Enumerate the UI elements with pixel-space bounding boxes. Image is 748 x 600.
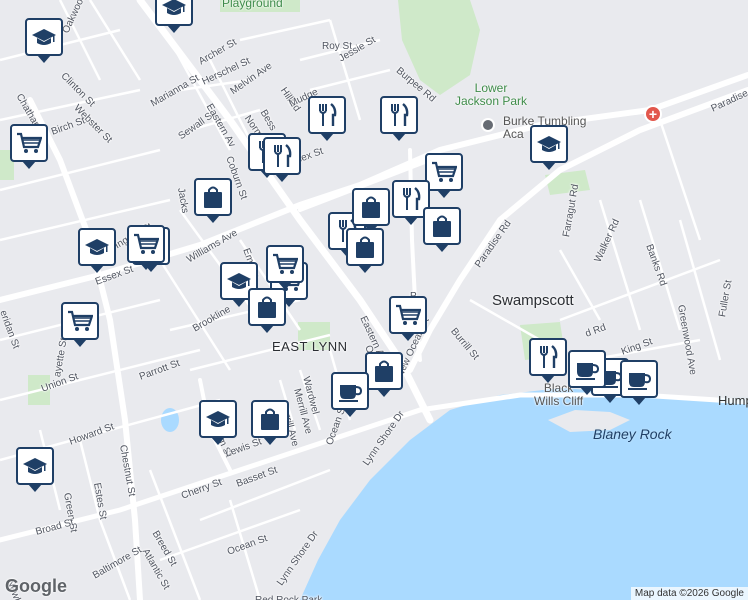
- street-label-red-rock: Red Rock Park: [255, 596, 322, 600]
- shopping-marker-icon[interactable]: [352, 188, 390, 233]
- park-label-lower-jackson: Lower Jackson Park: [455, 81, 528, 109]
- map-attribution[interactable]: Map data ©2026 Google: [630, 587, 748, 600]
- shopping-marker-icon[interactable]: [365, 352, 403, 397]
- grocery-marker-icon[interactable]: [61, 302, 99, 347]
- google-logo: Google: [5, 576, 67, 596]
- restaurant-marker-icon[interactable]: [263, 137, 301, 182]
- water-label-humphrey: Hump: [718, 393, 748, 408]
- school-marker-icon[interactable]: [25, 18, 63, 63]
- hospital-icon[interactable]: +: [644, 105, 662, 123]
- poi-dot-icon[interactable]: [481, 118, 495, 132]
- grocery-marker-icon[interactable]: [10, 124, 48, 169]
- grocery-marker-icon[interactable]: [127, 225, 165, 270]
- cafe-marker-icon[interactable]: [331, 372, 369, 417]
- school-marker-icon[interactable]: [155, 0, 193, 33]
- school-marker-icon[interactable]: [78, 228, 116, 273]
- grocery-marker-icon[interactable]: [389, 296, 427, 341]
- restaurant-marker-icon[interactable]: [380, 96, 418, 141]
- shopping-marker-icon[interactable]: [251, 400, 289, 445]
- restaurant-marker-icon[interactable]: [308, 96, 346, 141]
- map-canvas[interactable]: Playground Lower Jackson Park Black Will…: [0, 0, 748, 600]
- cafe-marker-icon[interactable]: [620, 360, 658, 405]
- school-marker-icon[interactable]: [199, 400, 237, 445]
- restaurant-marker-icon[interactable]: [529, 338, 567, 383]
- shopping-marker-icon[interactable]: [248, 288, 286, 333]
- shopping-marker-icon[interactable]: [346, 228, 384, 273]
- place-swampscott: Swampscott: [492, 292, 574, 309]
- water-label-blaney-rock: Blaney Rock: [593, 426, 672, 442]
- place-east-lynn: EAST LYNN: [272, 339, 348, 354]
- shopping-marker-icon[interactable]: [423, 207, 461, 252]
- park-label-playground: Playground: [222, 0, 283, 10]
- cafe-marker-icon[interactable]: [568, 350, 606, 395]
- shopping-marker-icon[interactable]: [194, 178, 232, 223]
- school-marker-icon[interactable]: [530, 125, 568, 170]
- grocery-marker-icon[interactable]: [425, 153, 463, 198]
- map-base-layer: [0, 0, 748, 600]
- school-marker-icon[interactable]: [16, 447, 54, 492]
- grocery-marker-icon[interactable]: [266, 245, 304, 290]
